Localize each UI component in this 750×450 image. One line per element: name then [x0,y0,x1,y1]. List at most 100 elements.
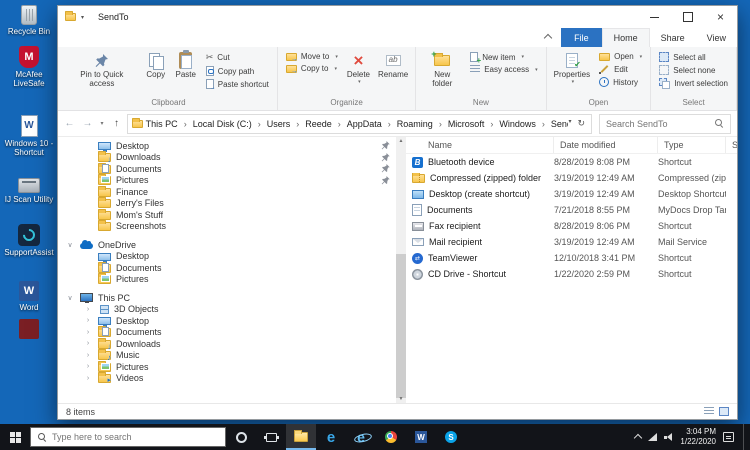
new-folder-button[interactable]: New folder [419,49,465,91]
taskbar-file-explorer[interactable] [286,424,316,450]
nav-item[interactable]: Screenshots [58,221,396,233]
breadcrumb-segment[interactable]: AppData [344,119,394,129]
close-button[interactable] [704,6,737,28]
copy-path-button[interactable]: Copy path [203,66,272,76]
network-icon[interactable] [648,433,657,441]
CD Drive - Shortcut[interactable]: CD Drive - Shortcut 1/22/2020 2:59 PM Sh… [406,266,737,282]
paste-button[interactable]: Paste [171,49,201,82]
expander-chevron-icon[interactable]: ∨ [66,294,74,302]
search-box[interactable] [599,114,731,134]
nav-item[interactable]: ∨ This PC [58,292,396,304]
tab-home[interactable]: Home [602,28,650,47]
nav-item[interactable]: Mom's Stuff [58,209,396,221]
address-field[interactable]: This PCLocal Disk (C:)UsersReedeAppDataR… [127,114,592,134]
copy-button[interactable]: Copy [141,49,171,82]
nav-scrollbar[interactable]: ▲ ▼ [396,137,406,403]
nav-item[interactable]: Documents [58,163,396,175]
nav-item[interactable]: › 3D Objects [58,304,396,316]
Documents[interactable]: Documents 7/21/2018 8:55 PM MyDocs Drop … [406,202,737,218]
nav-item[interactable]: Pictures [58,274,396,286]
nav-item[interactable]: › Downloads [58,338,396,350]
recent-locations-icon[interactable]: ▾ [98,120,106,127]
nav-item[interactable]: › Videos [58,373,396,385]
Compressed (zipped) folder[interactable]: Compressed (zipped) folder 3/19/2019 12:… [406,170,737,186]
taskbar-task-view[interactable] [256,424,286,450]
up-button[interactable]: ↑ [109,118,124,129]
properties-button[interactable]: Properties [550,49,594,88]
nav-item[interactable]: ∨ OneDrive [58,239,396,251]
nav-item[interactable] [58,285,396,292]
desktop-icon-app-tile[interactable] [2,319,56,341]
open-button[interactable]: Open [596,52,645,61]
taskbar-internet-explorer[interactable] [346,424,376,450]
invert-selection-button[interactable]: Invert selection [656,78,731,89]
nav-item[interactable]: Jerry's Files [58,198,396,210]
scroll-up-icon[interactable]: ▲ [396,138,406,144]
breadcrumb-segment[interactable]: Local Disk (C:) [190,119,264,129]
forward-button[interactable]: → [80,118,95,129]
taskbar-search-box[interactable] [30,427,226,447]
address-dropdown-icon[interactable]: ▾ [568,118,571,129]
move-to-button[interactable]: Move to [283,52,341,61]
minimize-button[interactable] [638,6,671,28]
back-button[interactable]: ← [62,118,77,129]
action-center-icon[interactable] [723,432,734,442]
tab-view[interactable]: View [696,28,737,47]
scroll-down-icon[interactable]: ▼ [396,396,406,402]
nav-item[interactable]: › Desktop [58,315,396,327]
desktop-icon-mcafee[interactable]: McAfee LiveSafe [2,46,56,88]
large-icons-view-icon[interactable] [719,407,729,416]
scrollbar-thumb[interactable] [396,254,406,398]
copy-to-button[interactable]: Copy to [283,64,341,73]
new-item-button[interactable]: New item [467,52,540,62]
cut-button[interactable]: Cut [203,52,272,63]
volume-icon[interactable] [664,433,673,441]
select-all-button[interactable]: Select all [656,52,731,62]
column-header[interactable]: Name [406,137,554,153]
taskbar-search-input[interactable] [52,432,218,442]
breadcrumb-segment[interactable]: SendTo [548,119,569,129]
delete-button[interactable]: Delete [343,49,374,88]
collapse-ribbon-icon[interactable] [544,33,552,41]
taskbar-edge[interactable] [316,424,346,450]
nav-item[interactable]: Documents [58,262,396,274]
search-input[interactable] [606,119,715,129]
paste-shortcut-button[interactable]: Paste shortcut [203,79,272,89]
breadcrumb-segment[interactable]: Microsoft [445,119,497,129]
show-desktop-button[interactable] [743,424,747,450]
expander-chevron-icon[interactable]: › [84,363,92,370]
titlebar[interactable]: ▾ SendTo [58,6,737,28]
details-view-icon[interactable] [704,407,714,416]
maximize-button[interactable] [671,6,704,28]
nav-item[interactable]: Downloads [58,152,396,164]
nav-item[interactable]: Finance [58,186,396,198]
select-none-button[interactable]: Select none [656,65,731,75]
expander-chevron-icon[interactable]: › [84,329,92,336]
breadcrumb-segment[interactable]: Roaming [394,119,445,129]
rename-button[interactable]: Rename [374,49,412,82]
breadcrumb-segment[interactable]: Reede [302,119,344,129]
refresh-icon[interactable]: ↻ [577,118,585,129]
taskbar-clock[interactable]: 3:04 PM 1/22/2020 [680,427,716,448]
desktop-icon-recycle-bin[interactable]: Recycle Bin [2,5,56,36]
taskbar-cortana[interactable] [226,424,256,450]
expander-chevron-icon[interactable]: › [84,375,92,382]
easy-access-button[interactable]: Easy access [467,65,540,74]
history-button[interactable]: History [596,77,645,87]
desktop-icon-windows10-shortcut[interactable]: Windows 10 - Shortcut [2,115,56,157]
nav-item[interactable]: Pictures [58,175,396,187]
desktop-icon-supportassist[interactable]: SupportAssist [2,224,56,257]
nav-item[interactable]: Desktop [58,140,396,152]
start-button[interactable] [0,424,30,450]
column-header[interactable]: Type [658,137,726,153]
breadcrumb-segment[interactable]: This PC [143,119,190,129]
Mail recipient[interactable]: Mail recipient 3/19/2019 12:49 AM Mail S… [406,234,737,250]
breadcrumb-segment[interactable]: Windows [496,119,548,129]
taskbar-skype[interactable] [436,424,466,450]
expander-chevron-icon[interactable]: › [84,306,92,313]
column-header[interactable]: Date modified [554,137,658,153]
nav-item[interactable]: Desktop [58,251,396,263]
expander-chevron-icon[interactable]: › [84,317,92,324]
nav-item[interactable]: › Music [58,350,396,362]
tab-share[interactable]: Share [650,28,696,47]
